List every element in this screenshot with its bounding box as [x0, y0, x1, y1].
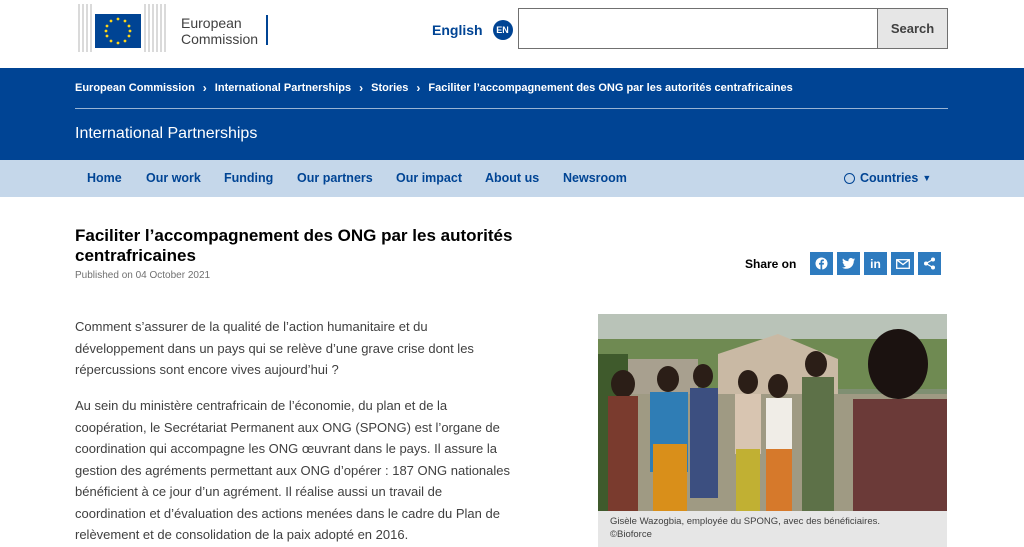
- chevron-right-icon: ›: [202, 81, 207, 95]
- logo-line1: European: [181, 15, 242, 31]
- european-commission-logo[interactable]: European Commission: [75, 0, 275, 56]
- share-label: Share on: [745, 257, 797, 271]
- nav-item-our-partners[interactable]: Our partners: [297, 171, 373, 185]
- breadcrumb-item-current: Faciliter l’accompagnement des ONG par l…: [428, 82, 793, 94]
- nav-item-newsroom[interactable]: Newsroom: [563, 171, 627, 185]
- logo-line2: Commission: [181, 31, 259, 47]
- page-title: Faciliter l’accompagnement des ONG par l…: [75, 226, 513, 265]
- nav-item-our-work[interactable]: Our work: [146, 171, 201, 185]
- intro-paragraph: Comment s’assurer de la qualité de l’act…: [75, 319, 474, 377]
- language-label[interactable]: English: [432, 22, 483, 38]
- linkedin-icon[interactable]: in: [864, 252, 887, 275]
- countries-dropdown[interactable]: Countries ▼: [844, 171, 931, 185]
- breadcrumb-item-stories[interactable]: Stories: [371, 82, 408, 94]
- body-paragraph: Au sein du ministère centrafricain de l’…: [75, 398, 511, 542]
- nav-item-home[interactable]: Home: [87, 171, 122, 185]
- article-photo: [598, 314, 947, 511]
- breadcrumb-item-european-commission[interactable]: European Commission: [75, 82, 195, 94]
- nav-item-about-us[interactable]: About us: [485, 171, 539, 185]
- twitter-icon[interactable]: [837, 252, 860, 275]
- site-name[interactable]: International Partnerships: [75, 125, 257, 143]
- logo-text: European Commission: [181, 15, 269, 47]
- ec-building-icon: [75, 0, 171, 56]
- chevron-right-icon: ›: [416, 81, 421, 95]
- search-button[interactable]: Search: [877, 8, 948, 49]
- article-figure: Gisèle Wazogbia, employée du SPONG, avec…: [598, 314, 947, 547]
- email-icon[interactable]: [891, 252, 914, 275]
- caption-credit: ©Bioforce: [610, 529, 652, 540]
- nav-item-our-impact[interactable]: Our impact: [396, 171, 462, 185]
- nav-item-funding[interactable]: Funding: [224, 171, 273, 185]
- globe-icon: [844, 172, 855, 184]
- chevron-right-icon: ›: [359, 81, 364, 95]
- language-code-badge[interactable]: EN: [492, 20, 513, 40]
- published-date: Published on 04 October 2021: [75, 270, 211, 281]
- countries-label: Countries: [860, 171, 919, 185]
- caption-text: Gisèle Wazogbia, employée du SPONG, avec…: [610, 516, 881, 527]
- breadcrumb-divider: [75, 108, 948, 109]
- main-navigation: Home Our work Funding Our partners Our i…: [0, 160, 1024, 197]
- breadcrumb-item-international-partnerships[interactable]: International Partnerships: [215, 82, 351, 94]
- share-icon[interactable]: [918, 252, 941, 275]
- site-header: European Commission English EN Search: [0, 0, 1024, 68]
- breadcrumb: European Commission › International Part…: [75, 81, 793, 95]
- caret-down-icon: ▼: [922, 173, 932, 183]
- language-selector[interactable]: English EN: [432, 20, 513, 40]
- search-input[interactable]: [518, 8, 878, 49]
- facebook-icon[interactable]: [810, 252, 833, 275]
- photo-caption: Gisèle Wazogbia, employée du SPONG, avec…: [598, 511, 947, 547]
